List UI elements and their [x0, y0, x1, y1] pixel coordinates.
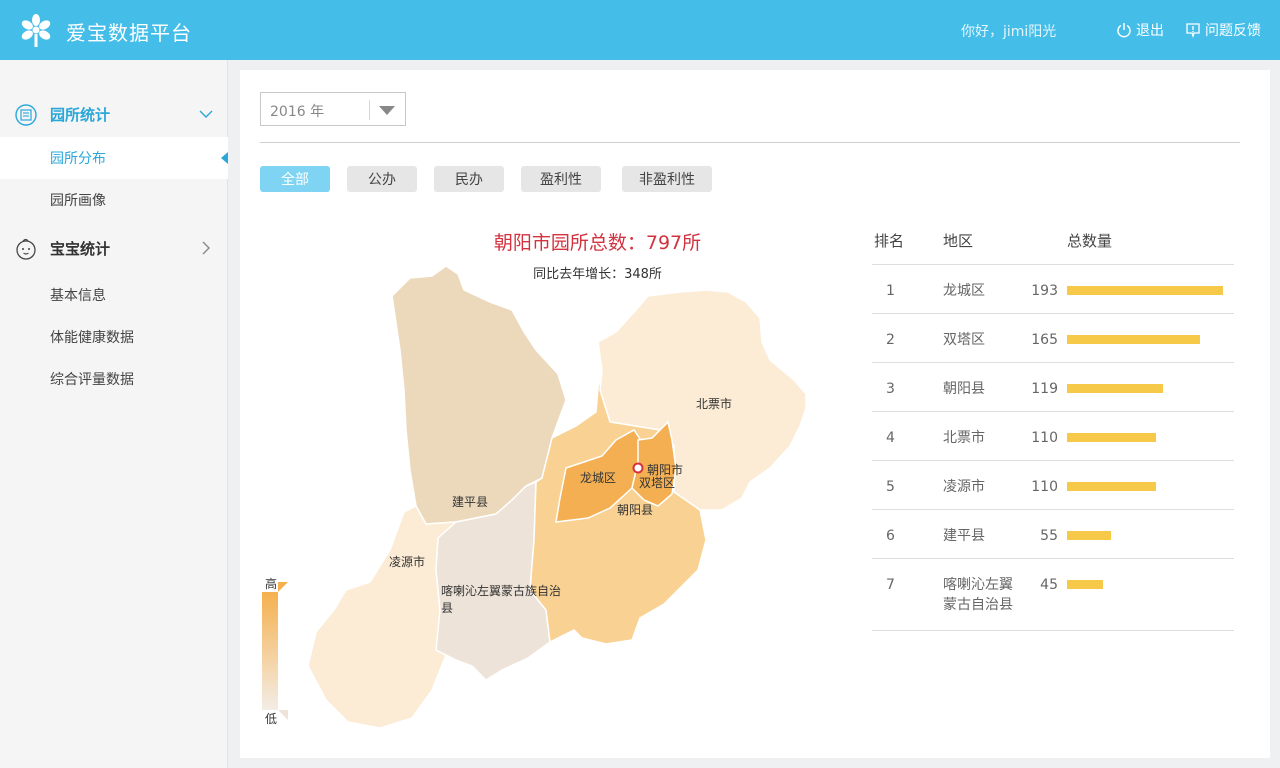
map-region-lingyuan[interactable] [307, 505, 459, 729]
filter-all-button[interactable]: 全部 [260, 166, 330, 192]
row-rank: 7 [886, 577, 895, 593]
sidebar-item-basic-info[interactable]: 基本信息 [0, 274, 228, 316]
filter-nonprofit-button[interactable]: 非盈利性 [622, 166, 712, 192]
row-value: 119 [1031, 381, 1058, 397]
dropdown-arrow-icon [379, 106, 395, 115]
sidebar-item-label: 综合评量数据 [50, 372, 134, 388]
row-area-line2: 蒙古自治县 [943, 597, 1013, 613]
sidebar-item-label: 园所分布 [50, 151, 106, 167]
row-area-line1: 喀喇沁左翼 [943, 577, 1013, 593]
sidebar-group-label: 园所统计 [50, 105, 111, 124]
row-value: 193 [1031, 283, 1058, 299]
legend-low-label: 低 [265, 712, 277, 726]
app-title: 爱宝数据平台 [66, 21, 192, 45]
chevron-down-icon [199, 110, 213, 118]
power-icon [1117, 23, 1131, 38]
sidebar-item-label: 园所画像 [50, 193, 106, 209]
table-header-rank: 排名 [874, 232, 905, 250]
row-value: 45 [1040, 577, 1058, 593]
sidebar-group-kindergarten-stats[interactable]: 园所统计 [0, 94, 228, 134]
sidebar-item-fitness-health[interactable]: 体能健康数据 [0, 316, 228, 358]
map-subtitle: 同比去年增长：348所 [533, 267, 662, 282]
feedback-icon [1186, 23, 1200, 38]
kindergarten-icon [15, 104, 37, 126]
row-bar [1067, 335, 1200, 344]
table-bottom-border [872, 630, 1234, 631]
year-select[interactable]: 2016 年 [260, 92, 406, 126]
sidebar-item-assessment[interactable]: 综合评量数据 [0, 358, 228, 400]
feedback-label: 问题反馈 [1205, 23, 1261, 39]
logout-label: 退出 [1136, 23, 1164, 39]
filter-divider [260, 142, 1240, 143]
table-row: 6 建平县 55 [872, 509, 1234, 558]
row-value: 55 [1040, 528, 1058, 544]
filter-profit-button[interactable]: 盈利性 [521, 166, 601, 192]
filter-private-button[interactable]: 民办 [434, 166, 504, 192]
map-title: 朝阳市园所总数：797所 [493, 232, 702, 254]
table-header-total: 总数量 [1067, 232, 1113, 250]
row-value: 110 [1031, 430, 1058, 446]
row-rank: 1 [886, 283, 895, 299]
logout-button[interactable]: 退出 [1116, 20, 1164, 40]
sidebar-group-baby-stats[interactable]: 宝宝统计 [0, 228, 228, 268]
sidebar: 园所统计 园所分布 园所画像 宝宝统计 基本信息 体能健康数据 综合评量数据 [0, 60, 228, 768]
row-area: 北票市 [943, 430, 985, 446]
row-bar [1067, 531, 1111, 540]
user-greeting: 你好，jimi阳光 [961, 24, 1057, 40]
table-row: 7 喀喇沁左翼 蒙古自治县 45 [872, 558, 1234, 631]
main-panel: 2016 年 全部 公办 民办 盈利性 非盈利性 朝阳市园所总数：797所 同比… [240, 70, 1270, 758]
table-row: 3 朝阳县 119 [872, 362, 1234, 411]
table-header-area: 地区 [943, 232, 974, 250]
row-bar [1067, 482, 1156, 491]
sidebar-group-label: 宝宝统计 [50, 239, 111, 258]
row-area: 龙城区 [943, 283, 985, 299]
row-rank: 6 [886, 528, 895, 544]
active-indicator [221, 152, 228, 164]
sidebar-item-label: 体能健康数据 [50, 330, 134, 346]
table-row: 5 凌源市 110 [872, 460, 1234, 509]
top-header: 爱宝数据平台 你好，jimi阳光 退出 问题反馈 [0, 0, 1280, 60]
row-bar [1067, 384, 1163, 393]
feedback-button[interactable]: 问题反馈 [1185, 20, 1261, 40]
legend-high-label: 高 [265, 576, 277, 591]
app-logo-icon [21, 14, 51, 47]
select-divider [369, 100, 370, 120]
row-area: 凌源市 [943, 479, 985, 495]
row-rank: 2 [886, 332, 895, 348]
year-select-value: 2016 年 [270, 104, 325, 120]
row-area: 朝阳县 [943, 381, 985, 397]
legend-gradient-bar [262, 592, 278, 710]
table-row: 1 龙城区 193 [872, 264, 1234, 313]
baby-face-icon [16, 238, 36, 260]
row-rank: 3 [886, 381, 895, 397]
legend-low-marker-icon [278, 710, 288, 720]
table-row: 4 北票市 110 [872, 411, 1234, 460]
table-row: 2 双塔区 165 [872, 313, 1234, 362]
row-rank: 5 [886, 479, 895, 495]
row-value: 165 [1031, 332, 1058, 348]
row-area: 建平县 [943, 528, 985, 544]
chevron-right-icon [202, 241, 210, 255]
filter-public-button[interactable]: 公办 [347, 166, 417, 192]
row-area: 双塔区 [943, 332, 985, 348]
sidebar-item-label: 基本信息 [50, 288, 106, 304]
row-bar [1067, 580, 1103, 589]
row-bar [1067, 286, 1223, 295]
row-bar [1067, 433, 1156, 442]
row-rank: 4 [886, 430, 895, 446]
sidebar-item-kindergarten-profile[interactable]: 园所画像 [0, 179, 228, 221]
sidebar-item-kindergarten-distribution[interactable]: 园所分布 [0, 137, 228, 179]
legend-high-marker-icon [278, 582, 288, 592]
row-value: 110 [1031, 479, 1058, 495]
